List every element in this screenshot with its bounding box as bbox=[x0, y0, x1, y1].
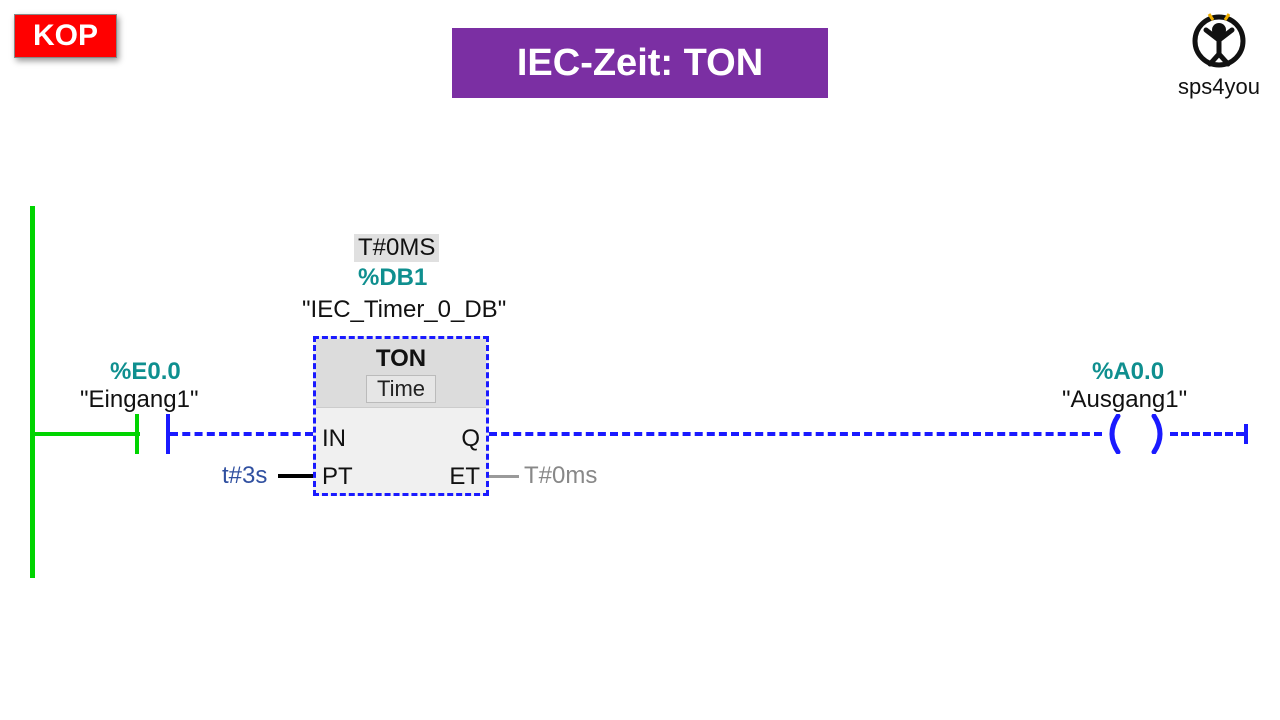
wire-rail-to-contact bbox=[33, 432, 140, 436]
timer-block: TON Time IN Q PT ET bbox=[313, 336, 489, 496]
coil-right-paren bbox=[1148, 414, 1170, 454]
pt-value: t#3s bbox=[222, 462, 267, 490]
et-value: T#0ms bbox=[524, 462, 597, 490]
logo: sps4you bbox=[1178, 10, 1260, 100]
timer-type: TON bbox=[316, 345, 486, 373]
wire-pt bbox=[278, 474, 313, 478]
power-rail bbox=[30, 206, 35, 578]
kop-badge: KOP bbox=[14, 14, 117, 58]
contact-address: %E0.0 bbox=[110, 358, 181, 386]
coil-left-paren bbox=[1102, 414, 1124, 454]
logo-text: sps4you bbox=[1178, 74, 1260, 100]
pin-et: ET bbox=[449, 463, 480, 491]
wire-q-to-coil bbox=[489, 432, 1102, 436]
timer-db-address: %DB1 bbox=[358, 264, 427, 292]
coil-address: %A0.0 bbox=[1092, 358, 1164, 386]
coil-name: "Ausgang1" bbox=[1062, 386, 1187, 414]
ladder-diagram: %E0.0 "Eingang1" TON Time IN Q PT ET T#0… bbox=[0, 200, 1280, 600]
wire-contact-to-in bbox=[170, 432, 313, 436]
contact-left-tick bbox=[135, 414, 139, 454]
timer-header: TON Time bbox=[316, 339, 486, 408]
wire-et bbox=[489, 475, 519, 478]
wire-end-tick bbox=[1244, 424, 1248, 444]
timer-db-name: "IEC_Timer_0_DB" bbox=[302, 296, 506, 324]
page-title: IEC-Zeit: TON bbox=[452, 28, 828, 98]
pin-in: IN bbox=[322, 425, 346, 453]
wire-coil-to-end bbox=[1170, 432, 1244, 436]
pin-pt: PT bbox=[322, 463, 353, 491]
pin-q: Q bbox=[461, 425, 480, 453]
logo-icon bbox=[1190, 10, 1248, 72]
timer-datatype: Time bbox=[366, 375, 436, 403]
contact-name: "Eingang1" bbox=[80, 386, 198, 414]
timer-elapsed-display: T#0MS bbox=[354, 234, 439, 262]
